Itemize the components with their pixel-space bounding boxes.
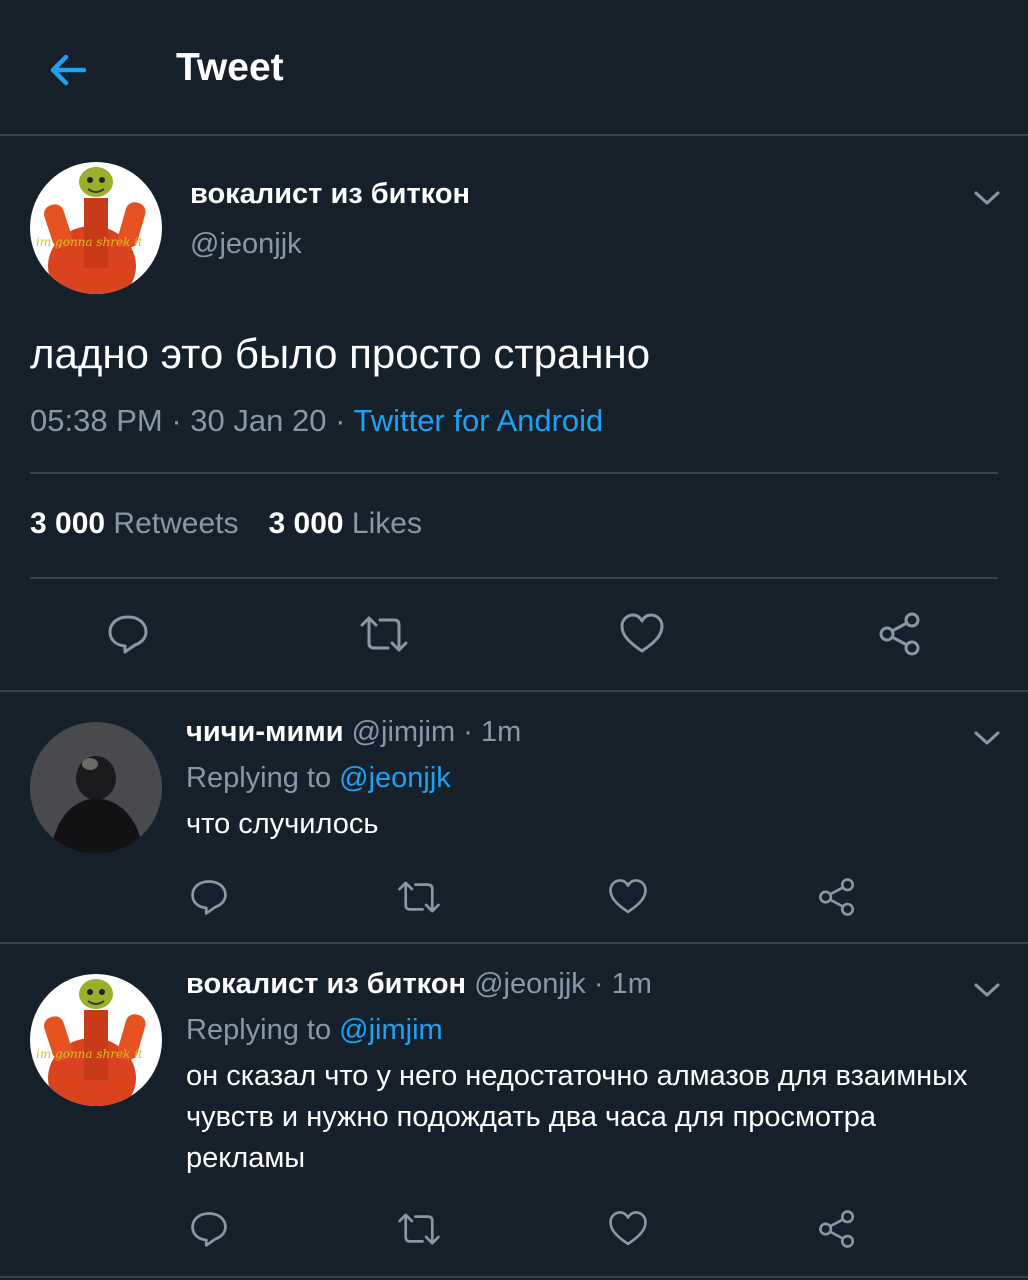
- avatar-caption: im gonna shrek it: [36, 1047, 143, 1061]
- retweet-button[interactable]: [394, 872, 444, 922]
- likes-count: 3 000: [268, 507, 344, 540]
- like-button[interactable]: [614, 606, 670, 662]
- tweet-text: ладно это было просто странно: [30, 330, 651, 377]
- heart-icon: [609, 879, 647, 914]
- retweet-button[interactable]: [394, 1204, 444, 1254]
- reply-avatar[interactable]: im gonna shrek it: [30, 974, 162, 1106]
- share-icon: [819, 878, 855, 916]
- back-button[interactable]: [44, 46, 92, 94]
- replying-to-link[interactable]: @jimjim: [339, 1014, 443, 1046]
- retweets-label: Retweets: [113, 507, 239, 540]
- reply-time: 1m: [611, 968, 652, 1000]
- page-title: Tweet: [176, 46, 284, 89]
- meta-separator: ·: [335, 403, 346, 438]
- top-bar: Tweet: [0, 0, 1028, 136]
- like-button[interactable]: [603, 872, 653, 922]
- reply-time: 1m: [480, 716, 522, 748]
- arrow-left-icon: [50, 54, 87, 86]
- heart-icon: [620, 613, 664, 653]
- avatar-image: [30, 722, 162, 854]
- avatar-image: im gonna shrek it: [30, 974, 162, 1106]
- comment-icon: [108, 615, 148, 654]
- author-name[interactable]: вокалист из биткон: [190, 178, 470, 211]
- replying-label: Replying to: [186, 762, 332, 794]
- section-divider: [0, 690, 1028, 692]
- reply-author-name[interactable]: вокалист из биткон: [186, 968, 466, 1000]
- avatar-caption: im gonna shrek it: [36, 235, 143, 249]
- reply-header: вокалист из биткон @jeonjjk · 1m: [186, 968, 652, 1001]
- reply-author-name[interactable]: чичи-мими: [186, 716, 344, 748]
- tweet-stats: 3 000 Retweets 3 000 Likes: [30, 507, 422, 541]
- share-icon: [819, 1210, 855, 1248]
- reply-button[interactable]: [184, 1204, 234, 1254]
- reply-button[interactable]: [184, 872, 234, 922]
- reply-text: что случилось: [186, 808, 379, 840]
- tweet-time: 05:38 PM: [30, 403, 163, 438]
- likes-stat[interactable]: 3 000 Likes: [268, 507, 421, 540]
- divider: [30, 472, 998, 474]
- comment-icon: [191, 1212, 227, 1247]
- author-avatar[interactable]: im gonna shrek it: [30, 162, 162, 294]
- chevron-down-icon[interactable]: [972, 728, 1002, 748]
- replying-to: Replying to @jimjim: [186, 1014, 443, 1047]
- chevron-down-icon[interactable]: [972, 980, 1002, 1000]
- replying-to: Replying to @jeonjjk: [186, 762, 451, 795]
- share-icon: [879, 612, 920, 656]
- heart-icon: [609, 1211, 647, 1246]
- share-button[interactable]: [812, 1204, 862, 1254]
- reply-text: он сказал что у него недостаточно алмазо…: [186, 1060, 968, 1174]
- reply-handle[interactable]: @jimjim: [352, 716, 456, 748]
- share-button[interactable]: [812, 872, 862, 922]
- meta-separator: ·: [171, 403, 182, 438]
- share-button[interactable]: [872, 606, 928, 662]
- meta-separator: ·: [593, 968, 604, 1000]
- retweets-stat[interactable]: 3 000 Retweets: [30, 507, 238, 540]
- retweet-icon: [398, 1213, 440, 1245]
- retweet-icon: [398, 881, 440, 913]
- reply-button[interactable]: [100, 606, 156, 662]
- chevron-down-icon[interactable]: [972, 188, 1002, 208]
- retweet-icon: [360, 616, 408, 652]
- tweet-date: 30 Jan 20: [190, 403, 327, 438]
- reply-header: чичи-мими @jimjim · 1m: [186, 716, 521, 749]
- retweets-count: 3 000: [30, 507, 106, 540]
- meta-separator: ·: [463, 716, 473, 748]
- divider: [30, 577, 998, 579]
- like-button[interactable]: [603, 1204, 653, 1254]
- replying-label: Replying to: [186, 1014, 332, 1046]
- reply-handle[interactable]: @jeonjjk: [474, 968, 586, 1000]
- tweet-meta: 05:38 PM · 30 Jan 20 · Twitter for Andro…: [30, 403, 603, 439]
- section-divider: [0, 942, 1028, 944]
- replying-to-link[interactable]: @jeonjjk: [339, 762, 451, 794]
- tweet-source-link[interactable]: Twitter for Android: [353, 403, 603, 438]
- section-divider: [0, 1276, 1028, 1278]
- reply-avatar[interactable]: [30, 722, 162, 854]
- retweet-button[interactable]: [356, 606, 412, 662]
- comment-icon: [191, 880, 227, 915]
- avatar-image: im gonna shrek it: [30, 162, 162, 294]
- author-handle[interactable]: @jeonjjk: [190, 228, 302, 261]
- likes-label: Likes: [351, 507, 422, 540]
